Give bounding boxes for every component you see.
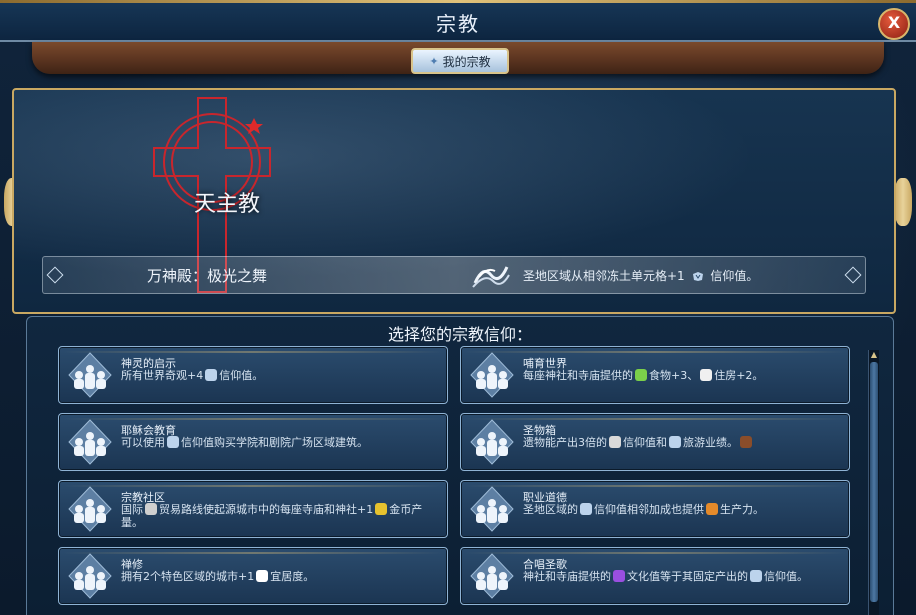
close-button[interactable]: X — [878, 8, 910, 40]
religion-star-icon: ✦ — [429, 54, 439, 68]
belief-card[interactable]: 圣物箱 遗物能产出3倍的 信仰值和 旅游业绩。 — [460, 413, 850, 471]
belief-card[interactable]: 神灵的启示 所有世界奇观+4 信仰值。 — [58, 346, 448, 404]
card-highlight — [465, 418, 845, 420]
belief-desc-text: 生产力。 — [720, 503, 764, 516]
diamond-ornament — [844, 266, 862, 284]
card-highlight — [63, 485, 443, 487]
trade-route-icon — [145, 503, 157, 515]
belief-desc-text: 贸易路线使起源城市中的每座寺庙和神社+1 — [159, 503, 374, 516]
title-bar: 宗教 X — [0, 0, 916, 42]
belief-desc-text: 圣地区域的 — [523, 503, 578, 516]
faith-icon — [167, 436, 179, 448]
pantheon-desc-text: 圣地区域从相邻冻土单元格+1 — [523, 269, 685, 283]
culture-icon — [613, 570, 625, 582]
belief-description: 国际 贸易路线使起源城市中的每座寺庙和神社+1 金币产量。 — [121, 503, 439, 529]
card-highlight — [63, 418, 443, 420]
food-icon — [635, 369, 647, 381]
production-icon — [706, 503, 718, 515]
belief-desc-text: 信仰值。 — [764, 570, 808, 583]
faith-icon — [669, 436, 681, 448]
belief-desc-text: 可以使用 — [121, 436, 165, 449]
belief-card[interactable]: 合唱圣歌 神社和寺庙提供的 文化值等于其固定产出的 信仰值。 — [460, 547, 850, 605]
gold-icon — [375, 503, 388, 515]
belief-desc-text: 拥有2个特色区域的城市+1 — [121, 570, 255, 583]
tab-my-religion[interactable]: ✦ 我的宗教 — [411, 48, 509, 74]
faith-icon — [580, 503, 592, 515]
belief-card[interactable]: 职业道德 圣地区域的 信仰值相邻加成也提供 生产力。 — [460, 480, 850, 538]
scroll-thumb[interactable] — [870, 362, 878, 602]
pantheon-description: 圣地区域从相邻冻土单元格+1 信仰值。 — [523, 267, 758, 284]
belief-description: 拥有2个特色区域的城市+1 宜居度。 — [121, 570, 439, 583]
religion-name: 天主教 — [194, 192, 261, 217]
belief-desc-text: 信仰值和 — [623, 436, 667, 449]
amenities-icon — [256, 570, 269, 582]
belief-description: 每座神社和寺庙提供的 食物+3、 住房+2。 — [523, 369, 841, 382]
religion-screen: 宗教 X ✦ 我的宗教 天主教 万神殿：极光之舞 圣地区域从相邻冻土单元格+1 … — [0, 0, 916, 615]
pantheon-desc-text: 信仰值。 — [710, 269, 759, 283]
belief-emblem-icon — [68, 486, 112, 532]
pantheon-bar: 万神殿：极光之舞 圣地区域从相邻冻土单元格+1 信仰值。 — [42, 256, 866, 294]
belief-desc-text: 住房+2。 — [714, 369, 764, 382]
diamond-ornament — [46, 266, 64, 284]
belief-description: 所有世界奇观+4 信仰值。 — [121, 369, 439, 382]
belief-desc-text: 遗物能产出3倍的 — [523, 436, 607, 449]
tab-strip: ✦ 我的宗教 — [32, 42, 884, 74]
card-highlight — [465, 351, 845, 353]
belief-emblem-icon — [68, 419, 112, 465]
faith-icon — [750, 570, 762, 582]
belief-desc-text: 神社和寺庙提供的 — [523, 570, 611, 583]
housing-icon — [700, 369, 713, 381]
religion-panel: 天主教 万神殿：极光之舞 圣地区域从相邻冻土单元格+1 信仰值。 — [12, 88, 896, 314]
belief-emblem-icon — [68, 553, 112, 599]
belief-desc-text: 信仰值。 — [219, 369, 264, 382]
card-highlight — [465, 485, 845, 487]
relic-icon — [609, 436, 621, 448]
belief-card[interactable]: 哺育世界 每座神社和寺庙提供的 食物+3、 住房+2。 — [460, 346, 850, 404]
belief-card[interactable]: 耶稣会教育 可以使用 信仰值购买学院和剧院广场区域建筑。 — [58, 413, 448, 471]
scroll-up-arrow-icon[interactable]: ▲ — [869, 350, 879, 360]
right-scroll-ornament — [894, 178, 912, 226]
belief-desc-text: 国际 — [121, 503, 143, 516]
belief-card[interactable]: 宗教社区 国际 贸易路线使起源城市中的每座寺庙和神社+1 金币产量。 — [58, 480, 448, 538]
belief-description: 可以使用 信仰值购买学院和剧院广场区域建筑。 — [121, 436, 439, 449]
belief-desc-text: 信仰值购买学院和剧院广场区域建筑。 — [181, 436, 368, 449]
beliefs-prompt: 选择您的宗教信仰： — [387, 325, 532, 344]
belief-emblem-icon — [470, 352, 514, 398]
belief-desc-text: 旅游业绩。 — [683, 436, 738, 449]
card-highlight — [63, 351, 443, 353]
window-title: 宗教 — [436, 12, 480, 36]
belief-desc-text: 所有世界奇观+4 — [121, 369, 204, 382]
belief-emblem-icon — [470, 419, 514, 465]
faith-icon — [205, 369, 218, 381]
belief-desc-text: 文化值等于其固定产出的 — [627, 570, 748, 583]
aurora-icon — [472, 266, 510, 288]
belief-desc-text: 食物+3、 — [649, 369, 699, 382]
pantheon-name: 万神殿：极光之舞 — [147, 267, 268, 285]
belief-description: 遗物能产出3倍的 信仰值和 旅游业绩。 — [523, 436, 841, 449]
belief-emblem-icon — [470, 486, 514, 532]
belief-card[interactable]: 禅修 拥有2个特色区域的城市+1 宜居度。 — [58, 547, 448, 605]
tourism-icon — [740, 436, 752, 448]
card-highlight — [465, 552, 845, 554]
belief-desc-text: 宜居度。 — [270, 570, 315, 583]
belief-emblem-icon — [470, 553, 514, 599]
belief-desc-text: 信仰值相邻加成也提供 — [594, 503, 704, 516]
belief-description: 圣地区域的 信仰值相邻加成也提供 生产力。 — [523, 503, 841, 516]
belief-desc-text: 每座神社和寺庙提供的 — [523, 369, 633, 382]
faith-icon — [692, 272, 703, 281]
tab-label: 我的宗教 — [442, 54, 491, 69]
belief-emblem-icon — [68, 352, 112, 398]
belief-description: 神社和寺庙提供的 文化值等于其固定产出的 信仰值。 — [523, 570, 841, 583]
belief-scrollbar[interactable]: ▲ — [868, 350, 879, 615]
card-highlight — [63, 552, 443, 554]
